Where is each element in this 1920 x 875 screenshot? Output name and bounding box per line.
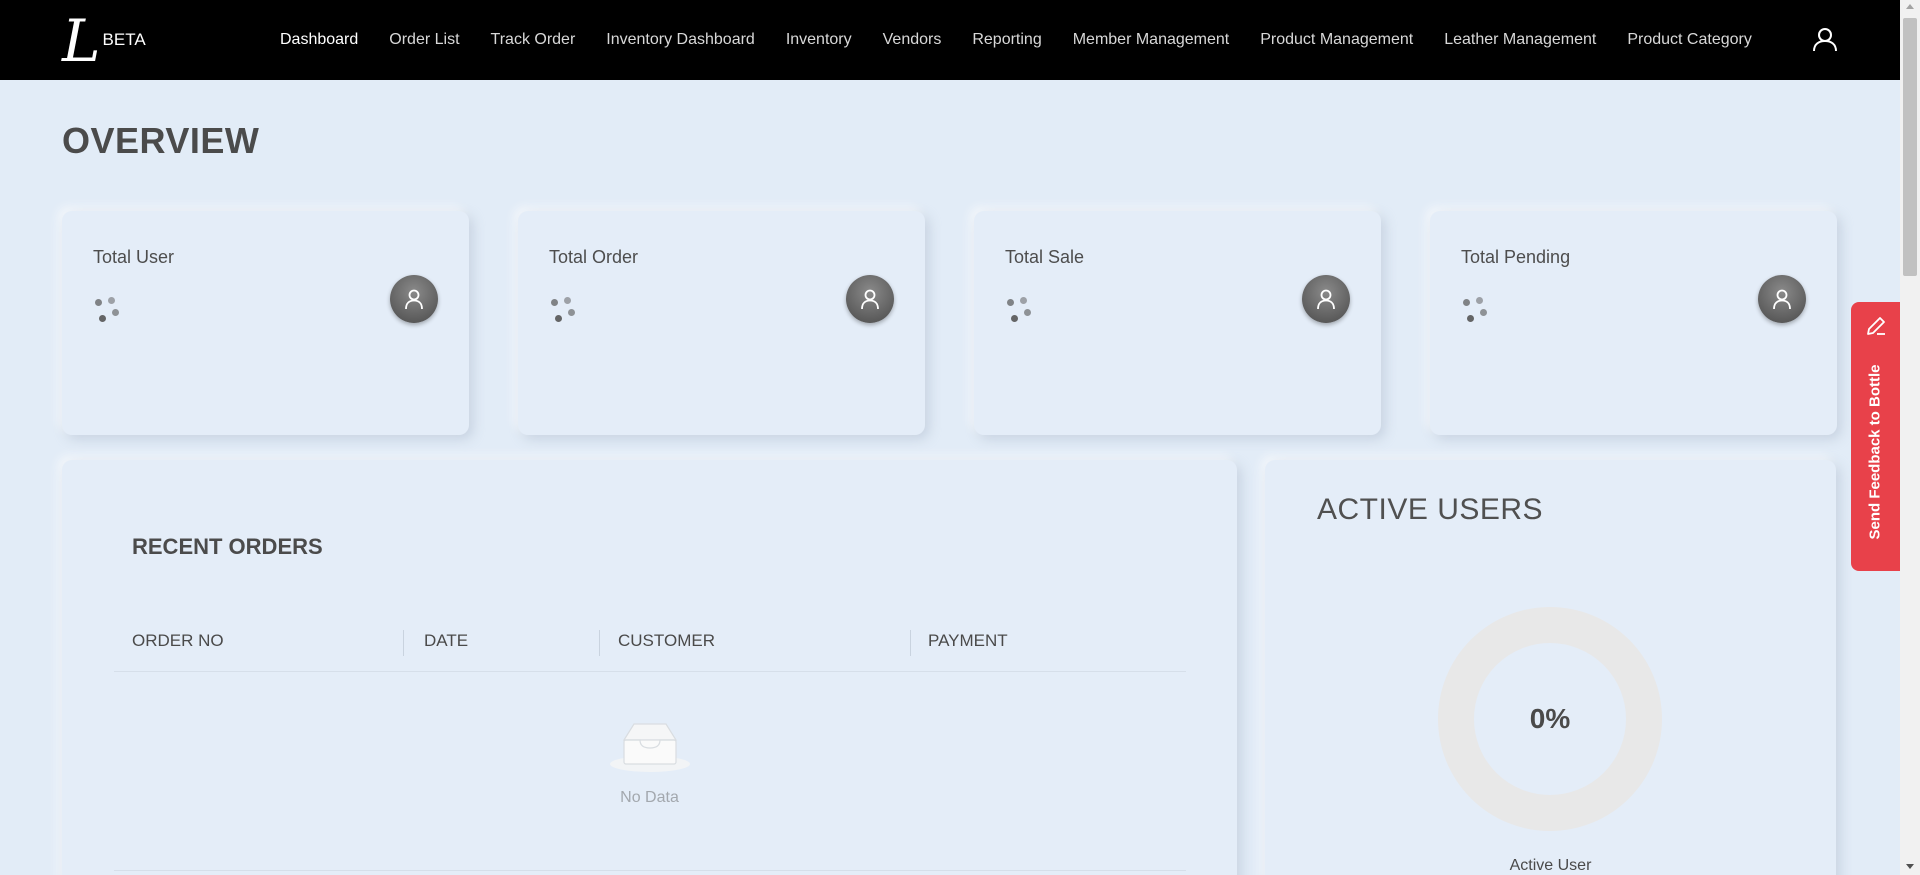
stat-card-label: Total Pending [1461,247,1571,267]
loading-spinner-icon [93,297,121,325]
column-divider [599,630,600,656]
stat-card-total-order: Total Order [518,211,925,435]
nav-item-product-management[interactable]: Product Management [1260,31,1413,49]
active-users-percent: 0% [1529,703,1571,734]
column-divider [403,630,404,656]
active-users-title: ACTIVE USERS [1317,493,1544,526]
empty-inbox-icon [609,723,690,772]
stat-card-total-sale: Total Sale [974,211,1381,435]
column-header-customer[interactable]: CUSTOMER [618,610,715,672]
nav-item-track-order[interactable]: Track Order [491,31,576,49]
table-divider [114,870,1186,871]
active-users-caption: Active User [1509,857,1592,874]
page-scrollbar[interactable] [1900,0,1920,875]
pencil-icon [1867,317,1885,335]
send-feedback-button[interactable]: Send Feedback to Bottle [1851,302,1900,571]
nav-item-inventory[interactable]: Inventory [786,31,852,49]
nav-item-dashboard[interactable]: Dashboard [280,31,358,49]
nav-item-member-management[interactable]: Member Management [1073,31,1230,49]
top-navbar: L BETA Dashboard Order List Track Order … [0,0,1900,80]
stat-card-label: Total Order [549,247,639,267]
scroll-down-arrow-icon[interactable] [1906,864,1914,869]
stat-card-total-user: Total User [62,211,469,435]
recent-orders-panel: RECENT ORDERS ORDER NO DATE CUSTOMER PAY… [62,460,1237,875]
nav-menu: Dashboard Order List Track Order Invento… [280,0,1783,80]
user-avatar-icon [1302,275,1350,323]
page-title: OVERVIEW [62,120,260,161]
empty-state: No Data [62,718,1237,807]
scroll-thumb[interactable] [1903,18,1917,276]
user-icon[interactable] [1812,26,1838,52]
beta-badge: BETA [102,30,146,49]
stat-card-total-pending: Total Pending [1430,211,1837,435]
nav-item-vendors[interactable]: Vendors [883,31,942,49]
stat-card-label: Total User [93,247,175,267]
column-header-payment[interactable]: PAYMENT [928,610,1008,672]
loading-spinner-icon [1461,297,1489,325]
user-avatar-icon [846,275,894,323]
recent-orders-title: RECENT ORDERS [132,534,323,559]
user-avatar-icon [1758,275,1806,323]
active-users-panel: ACTIVE USERS 0% Active User [1265,460,1836,875]
nav-item-product-category[interactable]: Product Category [1627,31,1752,49]
scroll-up-arrow-icon[interactable] [1906,4,1914,9]
empty-state-text: No Data [620,789,679,806]
nav-item-inventory-dashboard[interactable]: Inventory Dashboard [606,31,755,49]
loading-spinner-icon [549,297,577,325]
nav-item-order-list[interactable]: Order List [389,31,459,49]
stat-card-label: Total Sale [1005,247,1085,267]
column-divider [910,630,911,656]
nav-item-reporting[interactable]: Reporting [972,31,1041,49]
column-header-order-no[interactable]: ORDER NO [132,610,224,672]
user-avatar-icon [390,275,438,323]
nav-item-leather-management[interactable]: Leather Management [1444,31,1596,49]
loading-spinner-icon [1005,297,1033,325]
brand-logo: L [62,7,101,75]
feedback-label: Send Feedback to Bottle [1866,364,1884,540]
orders-table-header: ORDER NO DATE CUSTOMER PAYMENT [114,610,1186,672]
brand[interactable]: L BETA [62,12,146,70]
column-header-date[interactable]: DATE [424,610,468,672]
